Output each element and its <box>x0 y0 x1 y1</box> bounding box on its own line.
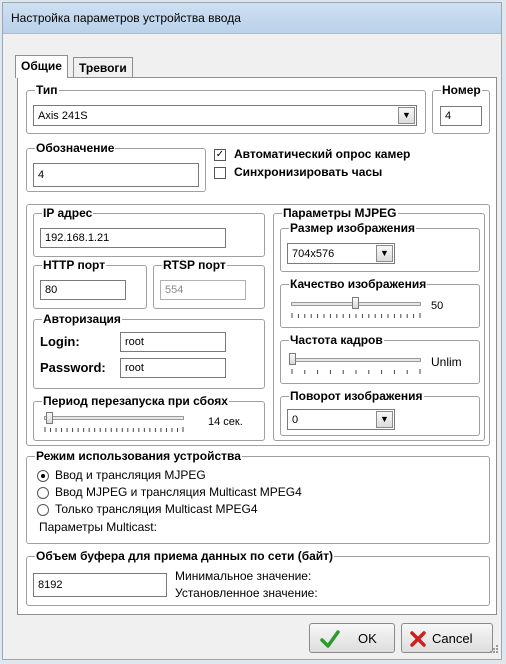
number-input[interactable]: 4 <box>440 106 482 126</box>
restart-period-track <box>44 416 184 420</box>
framerate-ticks <box>291 369 421 374</box>
buffer-set-label: Установленное значение: <box>175 586 318 600</box>
login-input[interactable]: root <box>120 332 226 352</box>
ip-group: IP адрес 192.168.1.21 <box>33 206 265 257</box>
ok-button[interactable]: OK <box>309 623 395 653</box>
quality-value: 50 <box>431 300 444 312</box>
cross-icon <box>410 631 426 647</box>
window-title: Настройка параметров устройства ввода <box>11 11 241 25</box>
number-group: Номер 4 <box>432 83 490 134</box>
mode-label-mjpeg-multicast: Ввод MJPEG и трансляция Multicast MPEG4 <box>55 485 302 499</box>
usage-mode-legend: Режим использования устройства <box>35 449 242 463</box>
quality-legend: Качество изображения <box>289 277 428 291</box>
mode-radio-mjpeg-multicast[interactable] <box>37 487 49 499</box>
multicast-params-label: Параметры Multicast: <box>39 520 157 534</box>
image-size-value: 704x576 <box>292 248 335 260</box>
http-port-input[interactable]: 80 <box>40 280 126 300</box>
mode-radio-mjpeg[interactable] <box>37 470 49 482</box>
login-label: Login: <box>40 334 80 349</box>
cancel-button-label: Cancel <box>432 631 473 646</box>
chevron-down-icon[interactable]: ▼ <box>376 245 393 262</box>
type-value: Axis 241S <box>38 110 88 122</box>
tab-alarms[interactable]: Тревоги <box>73 57 133 77</box>
buffer-size-legend: Объем буфера для приема данных по сети (… <box>35 549 335 563</box>
tab-panel-general: Тип Axis 241S ▼ Номер 4 Обозначение 4 ✓ … <box>17 77 497 615</box>
rotation-legend: Поворот изображения <box>289 389 424 403</box>
image-size-legend: Размер изображения <box>289 221 416 235</box>
tab-general[interactable]: Общие <box>15 55 68 78</box>
mode-label-multicast-only: Только трансляция Multicast MPEG4 <box>55 502 258 516</box>
mode-label-mjpeg: Ввод и трансляция MJPEG <box>55 468 206 482</box>
framerate-legend: Частота кадров <box>289 333 384 347</box>
auth-group: Авторизация Login: root Password: root <box>33 312 265 389</box>
rtsp-port-legend: RTSP порт <box>162 258 227 272</box>
cancel-button[interactable]: Cancel <box>401 623 493 653</box>
buffer-size-group: Объем буфера для приема данных по сети (… <box>26 549 490 606</box>
type-legend: Тип <box>35 83 59 97</box>
dialog-window: Настройка параметров устройства ввода Об… <box>2 2 502 660</box>
usage-mode-group: Режим использования устройства Ввод и тр… <box>26 449 490 544</box>
restart-period-value: 14 сек. <box>208 416 243 428</box>
check-icon <box>320 630 340 648</box>
auto-poll-checkbox[interactable]: ✓ <box>214 149 226 161</box>
mjpeg-group: Параметры MJPEG Размер изображения 704x5… <box>273 206 485 441</box>
http-port-legend: HTTP порт <box>42 258 107 272</box>
number-legend: Номер <box>441 83 482 97</box>
device-settings-group: IP адрес 192.168.1.21 HTTP порт 80 RTSP … <box>26 204 490 446</box>
framerate-track <box>291 358 421 362</box>
designation-legend: Обозначение <box>35 141 116 155</box>
http-port-group: HTTP порт 80 <box>33 258 147 309</box>
ip-input[interactable]: 192.168.1.21 <box>40 228 226 248</box>
framerate-group: Частота кадров Unlim <box>280 333 480 384</box>
restart-period-ticks <box>44 427 184 432</box>
restart-period-group: Период перезапуска при сбоях 14 сек. <box>33 394 265 441</box>
restart-period-legend: Период перезапуска при сбоях <box>42 394 229 408</box>
password-label: Password: <box>40 360 106 375</box>
mjpeg-legend: Параметры MJPEG <box>282 206 398 220</box>
type-select[interactable]: Axis 241S ▼ <box>33 105 417 126</box>
rotation-group: Поворот изображения 0 ▼ <box>280 389 480 436</box>
chevron-down-icon[interactable]: ▼ <box>376 411 393 428</box>
chevron-down-icon[interactable]: ▼ <box>398 107 415 124</box>
type-group: Тип Axis 241S ▼ <box>26 83 426 134</box>
buffer-min-label: Минимальное значение: <box>175 569 312 583</box>
sync-clock-label: Синхронизировать часы <box>234 165 383 179</box>
quality-group: Качество изображения 50 <box>280 277 480 328</box>
rotation-select[interactable]: 0 ▼ <box>287 409 395 430</box>
image-size-select[interactable]: 704x576 ▼ <box>287 243 395 264</box>
password-input[interactable]: root <box>120 358 226 378</box>
restart-period-slider-thumb[interactable] <box>46 412 54 424</box>
quality-slider-thumb[interactable] <box>352 297 359 309</box>
sync-clock-checkbox[interactable] <box>214 167 226 179</box>
rtsp-port-input[interactable]: 554 <box>160 280 246 300</box>
framerate-slider-thumb[interactable] <box>289 353 296 365</box>
designation-input[interactable]: 4 <box>33 163 199 187</box>
mode-radio-multicast-only[interactable] <box>37 504 49 516</box>
image-size-group: Размер изображения 704x576 ▼ <box>280 221 480 272</box>
title-bar: Настройка параметров устройства ввода <box>3 3 501 34</box>
rotation-value: 0 <box>292 414 299 426</box>
ok-button-label: OK <box>358 631 377 646</box>
buffer-size-input[interactable]: 8192 <box>33 573 167 597</box>
quality-ticks <box>291 313 421 318</box>
auth-legend: Авторизация <box>42 312 122 326</box>
resize-grip[interactable] <box>489 643 499 653</box>
auto-poll-label: Автоматический опрос камер <box>234 147 411 161</box>
designation-group: Обозначение 4 <box>26 141 206 192</box>
ip-legend: IP адрес <box>42 206 94 220</box>
rtsp-port-group: RTSP порт 554 <box>153 258 265 309</box>
framerate-value: Unlim <box>431 355 462 369</box>
